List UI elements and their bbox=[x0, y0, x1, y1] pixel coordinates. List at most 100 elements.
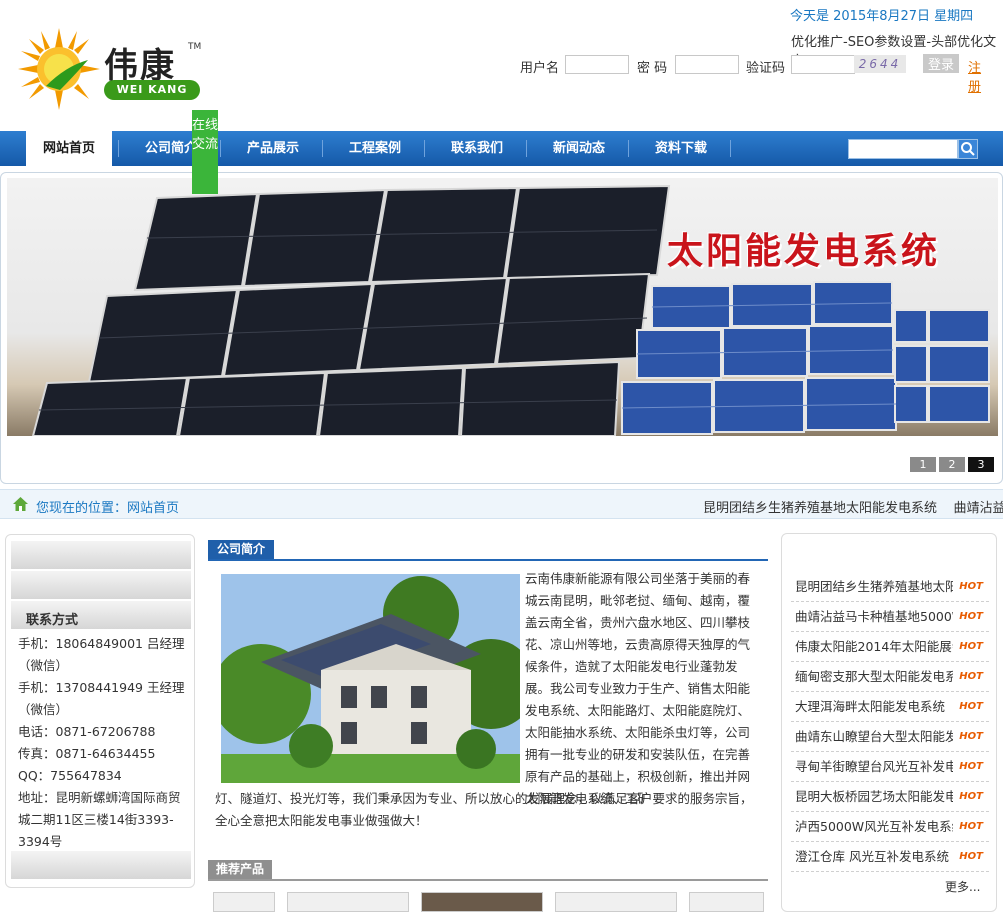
banner-image[interactable]: 太阳能发电系统 bbox=[7, 178, 998, 436]
captcha-input[interactable] bbox=[791, 55, 855, 74]
hot-badge: HOT bbox=[959, 641, 983, 652]
news-item[interactable]: 昆明团结乡生猪养殖基地太阳能发电系统 HOT bbox=[791, 572, 989, 602]
username-input[interactable] bbox=[565, 55, 629, 74]
location-bar: 您现在的位置：网站首页 昆明团结乡生猪养殖基地太阳能发电系统 曲靖沾益 bbox=[0, 489, 1003, 519]
register-link[interactable]: 注册 bbox=[968, 57, 981, 95]
news-item[interactable]: 伟康太阳能2014年太阳能展会 HOT bbox=[791, 632, 989, 662]
hot-badge: HOT bbox=[959, 701, 983, 712]
captcha-image[interactable]: 2644 bbox=[854, 55, 906, 73]
banner-title: 太阳能发电系统 bbox=[667, 230, 941, 272]
contact-address: 地址：昆明新螺蛳湾国际商贸城二期11区三楼14街3393-3394号 bbox=[18, 790, 181, 849]
hot-badge: HOT bbox=[959, 671, 983, 682]
nav-item-products[interactable]: 产品展示 bbox=[232, 131, 314, 166]
intro-section-header: 公司简介 bbox=[208, 540, 768, 561]
nav-item-downloads[interactable]: 资料下载 bbox=[640, 131, 722, 166]
news-ticker[interactable]: 昆明团结乡生猪养殖基地太阳能发电系统 曲靖沾益 bbox=[703, 497, 1003, 516]
hot-badge: HOT bbox=[959, 821, 983, 832]
slide-dot-2[interactable]: 2 bbox=[939, 457, 965, 472]
sidebar-header-bar bbox=[11, 571, 191, 599]
logo-text-en: WEI KANG bbox=[104, 80, 200, 100]
home-icon bbox=[13, 497, 28, 511]
sun-logo-icon bbox=[18, 28, 100, 110]
contact-sidebar: 联系方式 手机：18064849001 吕经理（微信） 手机：137084419… bbox=[5, 534, 195, 888]
hot-badge: HOT bbox=[959, 791, 983, 802]
product-thumb[interactable] bbox=[689, 892, 764, 912]
nav-divider bbox=[424, 140, 425, 157]
hot-badge: HOT bbox=[959, 761, 983, 772]
contact-mobile-1: 手机：18064849001 吕经理（微信） bbox=[18, 636, 185, 673]
sidebar-footer-bar bbox=[11, 851, 191, 879]
slide-pagination: 123 bbox=[907, 457, 994, 472]
more-news-link[interactable]: 更多... bbox=[945, 878, 980, 895]
hot-badge: HOT bbox=[959, 851, 983, 862]
news-title[interactable]: 曲靖沾益马卡种植基地5000W bbox=[791, 602, 953, 632]
password-label: 密 码 bbox=[637, 61, 668, 76]
news-item[interactable]: 缅甸密支那大型太阳能发电系统 HOT bbox=[791, 662, 989, 692]
hot-badge: HOT bbox=[959, 581, 983, 592]
news-title[interactable]: 曲靖东山瞭望台大型太阳能发电 bbox=[791, 722, 953, 752]
login-button[interactable]: 登录 bbox=[923, 54, 959, 73]
news-item[interactable]: 大理洱海畔太阳能发电系统 HOT bbox=[791, 692, 989, 722]
news-title[interactable]: 澄江仓库 风光互补发电系统 bbox=[791, 842, 953, 872]
nav-divider bbox=[628, 140, 629, 157]
contact-phone: 电话：0871-67206788 bbox=[18, 724, 156, 739]
password-input[interactable] bbox=[675, 55, 739, 74]
slide-dot-3[interactable]: 3 bbox=[968, 457, 994, 472]
news-item[interactable]: 泸西5000W风光互补发电系统 HOT bbox=[791, 812, 989, 842]
news-item[interactable]: 昆明大板桥园艺场太阳能发电 HOT bbox=[791, 782, 989, 812]
nav-item-news[interactable]: 新闻动态 bbox=[538, 131, 620, 166]
hot-badge: HOT bbox=[959, 731, 983, 742]
search-input[interactable] bbox=[848, 139, 958, 159]
news-item[interactable]: 寻甸羊街瞭望台风光互补发电 HOT bbox=[791, 752, 989, 782]
online-chat-tab[interactable]: 在线交流 bbox=[192, 110, 218, 194]
site-logo[interactable]: 伟康 TM WEI KANG bbox=[12, 20, 202, 110]
search-button[interactable] bbox=[958, 139, 978, 159]
main-nav: 网站首页 公司简介 产品展示 工程案例 联系我们 新闻动态 资料下载 bbox=[0, 127, 1003, 166]
news-title[interactable]: 昆明大板桥园艺场太阳能发电 bbox=[791, 782, 953, 812]
contact-title: 联系方式 bbox=[26, 613, 79, 628]
hot-badge: HOT bbox=[959, 611, 983, 622]
news-title[interactable]: 伟康太阳能2014年太阳能展会 bbox=[791, 632, 953, 662]
logo-tm: TM bbox=[188, 42, 202, 52]
recommend-section-header: 推荐产品 bbox=[208, 860, 768, 881]
company-house-photo bbox=[221, 574, 520, 783]
username-label: 用户名 bbox=[520, 61, 560, 76]
product-thumb[interactable] bbox=[287, 892, 409, 912]
captcha-label: 验证码 bbox=[746, 61, 786, 76]
banner-slider: 太阳能发电系统 123 bbox=[0, 172, 1003, 484]
news-title[interactable]: 缅甸密支那大型太阳能发电系统 bbox=[791, 662, 953, 692]
product-thumb[interactable] bbox=[213, 892, 275, 912]
news-title[interactable]: 泸西5000W风光互补发电系统 bbox=[791, 812, 953, 842]
news-item[interactable]: 曲靖东山瞭望台大型太阳能发电 HOT bbox=[791, 722, 989, 752]
nav-divider bbox=[730, 140, 731, 157]
news-title[interactable]: 大理洱海畔太阳能发电系统 bbox=[791, 692, 953, 722]
slide-dot-1[interactable]: 1 bbox=[910, 457, 936, 472]
nav-divider bbox=[118, 140, 119, 157]
nav-divider bbox=[322, 140, 323, 157]
nav-item-contact[interactable]: 联系我们 bbox=[436, 131, 518, 166]
current-date: 今天是 2015年8月27日 星期四 bbox=[790, 9, 974, 24]
contact-mobile-2: 手机：13708441949 王经理（微信） bbox=[18, 680, 185, 717]
nav-item-projects[interactable]: 工程案例 bbox=[334, 131, 416, 166]
recommend-heading[interactable]: 推荐产品 bbox=[208, 860, 273, 879]
nav-divider bbox=[220, 140, 221, 157]
news-item[interactable]: 曲靖沾益马卡种植基地5000W HOT bbox=[791, 602, 989, 632]
search-icon bbox=[961, 142, 975, 156]
nav-divider bbox=[526, 140, 527, 157]
product-thumb[interactable] bbox=[421, 892, 543, 912]
nav-item-home[interactable]: 网站首页 bbox=[26, 127, 112, 166]
contact-info: 手机：18064849001 吕经理（微信） 手机：13708441949 王经… bbox=[18, 633, 188, 853]
product-thumb[interactable] bbox=[555, 892, 677, 912]
news-item[interactable]: 澄江仓库 风光互补发电系统 HOT bbox=[791, 842, 989, 872]
breadcrumb[interactable]: 您现在的位置：网站首页 bbox=[36, 497, 179, 516]
contact-qq: QQ：755647834 bbox=[18, 768, 122, 783]
intro-text: 云南伟康新能源有限公司坐落于美丽的春城云南昆明，毗邻老挝、缅甸、越南，覆盖云南全… bbox=[525, 571, 751, 806]
news-list: 昆明团结乡生猪养殖基地太阳能发电系统 HOT 曲靖沾益马卡种植基地5000W HOT… bbox=[791, 572, 989, 872]
intro-heading[interactable]: 公司简介 bbox=[208, 540, 275, 559]
intro-text-continued: 灯、隧道灯、投光灯等，我们秉承因为专业、所以放心的发展理念，以满足客户要求的服务… bbox=[215, 791, 753, 828]
news-title[interactable]: 寻甸羊街瞭望台风光互补发电 bbox=[791, 752, 953, 782]
news-title[interactable]: 昆明团结乡生猪养殖基地太阳能发电系统 bbox=[791, 572, 953, 602]
news-sidebar: 昆明团结乡生猪养殖基地太阳能发电系统 HOT 曲靖沾益马卡种植基地5000W HOT… bbox=[781, 533, 997, 912]
solar-panels-illustration bbox=[31, 184, 990, 436]
sidebar-header-bar bbox=[11, 541, 191, 569]
